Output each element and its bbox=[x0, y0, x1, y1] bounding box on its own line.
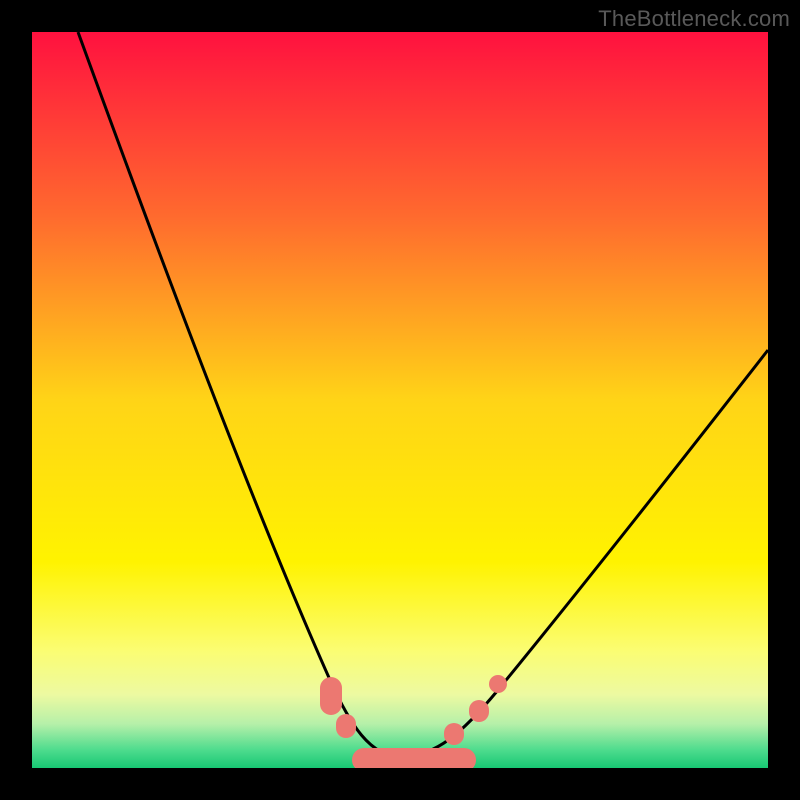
frame-right bbox=[768, 0, 800, 800]
gradient-background bbox=[32, 32, 768, 768]
frame-left bbox=[0, 0, 32, 800]
frame-bottom bbox=[0, 768, 800, 800]
attribution-text: TheBottleneck.com bbox=[598, 6, 790, 32]
bottleneck-chart bbox=[0, 0, 800, 800]
